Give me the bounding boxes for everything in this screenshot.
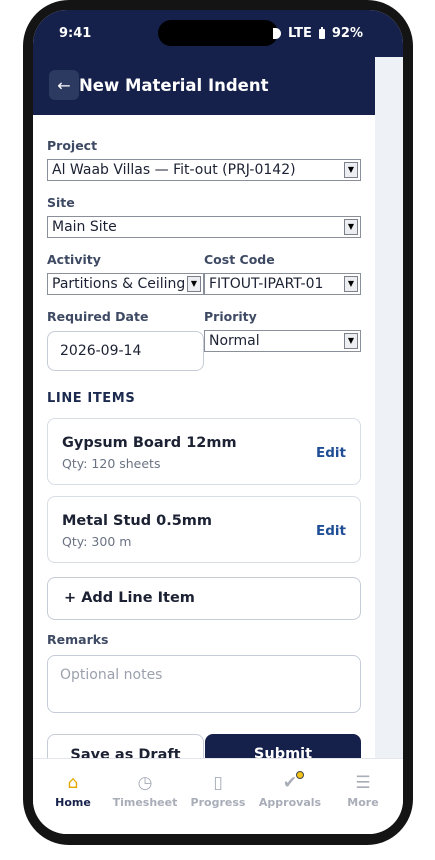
line-item-name: Gypsum Board 12mm — [62, 435, 237, 451]
app-header: ← New Material Indent — [33, 57, 375, 115]
submit-button[interactable]: Submit — [205, 734, 361, 758]
cost-code-value: FITOUT-IPART-01 — [209, 276, 324, 292]
dynamic-island — [158, 20, 278, 46]
edit-line-item-button[interactable]: Edit — [316, 523, 346, 539]
dropdown-arrow-icon: ▼ — [187, 276, 201, 292]
site-value: Main Site — [52, 219, 117, 235]
activity-label: Activity — [47, 252, 101, 267]
tab-label: Progress — [190, 796, 246, 809]
dropdown-arrow-icon: ▼ — [344, 276, 358, 292]
required-date-input[interactable]: 2026-09-14 — [47, 331, 204, 371]
bottom-tab-bar: ⌂ Home ◷ Timesheet ▯ Progress ✔ Approval… — [33, 758, 403, 834]
phone-screen: 9:41 LTE 92% ← New Material Indent Proje… — [33, 10, 403, 834]
page-title: New Material Indent — [79, 76, 269, 95]
tab-label: Home — [55, 796, 91, 809]
project-select[interactable]: Al Waab Villas — Fit-out (PRJ-0142) ▼ — [47, 159, 361, 181]
dropdown-arrow-icon: ▼ — [344, 162, 358, 178]
check-icon: ✔ — [282, 773, 298, 793]
indent-form: Project Al Waab Villas — Fit-out (PRJ-01… — [33, 115, 375, 758]
notification-dot — [296, 771, 304, 779]
home-icon: ⌂ — [67, 773, 79, 793]
required-date-label: Required Date — [47, 309, 149, 324]
clock-icon: ◷ — [137, 773, 153, 793]
clipboard-icon: ▯ — [213, 773, 223, 793]
remarks-input[interactable]: Optional notes — [47, 655, 361, 713]
dropdown-arrow-icon: ▼ — [344, 333, 358, 349]
line-item-name: Metal Stud 0.5mm — [62, 513, 213, 529]
tab-more[interactable]: ☰ More — [326, 759, 400, 819]
status-indicators: LTE 92% — [273, 26, 363, 41]
remarks-label: Remarks — [47, 632, 109, 647]
signal-icon — [273, 28, 281, 39]
site-select[interactable]: Main Site ▼ — [47, 216, 361, 238]
save-draft-button[interactable]: Save as Draft — [47, 734, 204, 758]
priority-value: Normal — [209, 333, 260, 349]
project-label: Project — [47, 138, 98, 153]
line-item-qty: Qty: 300 m — [62, 534, 132, 549]
battery-percent: 92% — [331, 26, 364, 41]
tab-label: Approvals — [258, 796, 322, 809]
project-value: Al Waab Villas — Fit-out (PRJ-0142) — [52, 162, 296, 178]
menu-icon: ☰ — [355, 773, 371, 793]
tab-home[interactable]: ⌂ Home — [36, 759, 110, 819]
activity-value: Partitions & Ceilings — [52, 276, 185, 292]
line-item-qty: Qty: 120 sheets — [62, 456, 161, 471]
tab-label: Timesheet — [112, 796, 178, 809]
line-items-heading: LINE ITEMS — [47, 391, 136, 406]
priority-label: Priority — [204, 309, 257, 324]
site-label: Site — [47, 195, 75, 210]
tab-approvals[interactable]: ✔ Approvals — [253, 759, 327, 819]
edit-line-item-button[interactable]: Edit — [316, 445, 346, 461]
activity-select[interactable]: Partitions & Ceilings ▼ — [47, 273, 204, 295]
app-area: ← New Material Indent Project Al Waab Vi… — [33, 57, 403, 758]
cost-code-select[interactable]: FITOUT-IPART-01 ▼ — [204, 273, 361, 295]
network-label: LTE — [288, 26, 312, 41]
line-item-card: Metal Stud 0.5mm Qty: 300 m Edit — [47, 496, 361, 563]
status-bar: 9:41 LTE 92% — [33, 10, 403, 57]
battery-icon — [318, 26, 325, 39]
back-arrow-icon: ← — [57, 75, 71, 95]
cost-code-label: Cost Code — [204, 252, 275, 267]
tab-timesheet[interactable]: ◷ Timesheet — [108, 759, 182, 819]
dropdown-arrow-icon: ▼ — [344, 219, 358, 235]
back-button[interactable]: ← — [49, 70, 79, 100]
add-line-item-button[interactable]: + Add Line Item — [47, 577, 361, 620]
line-item-card: Gypsum Board 12mm Qty: 120 sheets Edit — [47, 418, 361, 485]
priority-select[interactable]: Normal ▼ — [204, 330, 361, 352]
tab-label: More — [347, 796, 379, 809]
status-time: 9:41 — [59, 26, 92, 41]
tab-progress[interactable]: ▯ Progress — [181, 759, 255, 819]
